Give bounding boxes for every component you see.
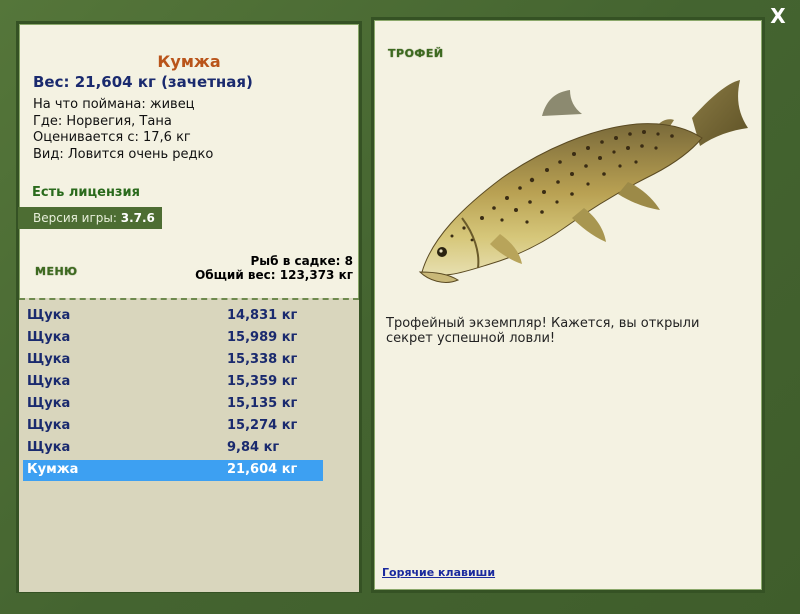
keepnet-summary: Рыб в садке: 8 Общий вес: 123,373 кг	[195, 254, 353, 282]
trophy-panel: ТРОФЕЙ Трофейный экземпляр! Кажется, вы …	[371, 17, 765, 593]
catch-list: Щука 14,831 кг Щука 15,989 кг Щука 15,33…	[19, 298, 359, 592]
fish-weight: Вес: 21,604 кг (зачетная)	[33, 73, 253, 91]
catch-name: Щука	[27, 374, 71, 389]
version-label: Версия игры:	[33, 211, 117, 225]
game-window: X Кумжа Вес: 21,604 кг (зачетная) На что…	[0, 0, 800, 614]
catch-name: Кумжа	[27, 462, 79, 477]
catch-row[interactable]: Щука 15,135 кг	[23, 394, 323, 415]
catch-weight: 15,989 кг	[227, 330, 298, 345]
catch-weight: 9,84 кг	[227, 440, 280, 455]
fish-info-panel: Кумжа Вес: 21,604 кг (зачетная) На что п…	[16, 21, 362, 593]
license-status: Есть лицензия	[32, 185, 140, 200]
catch-row[interactable]: Щука 15,274 кг	[23, 416, 323, 437]
catch-weight: 14,831 кг	[227, 308, 298, 323]
bait-line: На что поймана: живец	[33, 97, 195, 112]
catch-weight: 15,274 кг	[227, 418, 298, 433]
fish-details: На что поймана: живец Где: Норвегия, Тан…	[33, 97, 213, 163]
catch-weight: 15,135 кг	[227, 396, 298, 411]
catch-weight: 15,359 кг	[227, 374, 298, 389]
close-button[interactable]: X	[766, 4, 790, 28]
catch-name: Щука	[27, 352, 71, 367]
rated-line: Оценивается с: 17,6 кг	[33, 130, 191, 145]
brown-trout-image	[418, 80, 748, 283]
catch-name: Щука	[27, 396, 71, 411]
keepnet-count: Рыб в садке: 8	[250, 254, 354, 268]
keepnet-total-weight: Общий вес: 123,373 кг	[195, 268, 353, 282]
catch-weight: 15,338 кг	[227, 352, 298, 367]
version-value: 3.7.6	[120, 211, 155, 225]
place-line: Где: Норвегия, Тана	[33, 113, 172, 129]
catch-row[interactable]: Щука 15,359 кг	[23, 372, 323, 393]
catch-row[interactable]: Щука 15,338 кг	[23, 350, 323, 371]
catch-weight: 21,604 кг	[227, 462, 298, 477]
catch-name: Щука	[27, 440, 71, 455]
kind-line: Вид: Ловится очень редко	[33, 146, 214, 162]
catch-row[interactable]: Щука 14,831 кг	[23, 306, 323, 327]
catch-row[interactable]: Щука 15,989 кг	[23, 328, 323, 349]
catch-name: Щука	[27, 330, 71, 345]
catch-row[interactable]: Щука 9,84 кг	[23, 438, 323, 459]
menu-button[interactable]: МЕНЮ	[35, 265, 78, 278]
hotkeys-link[interactable]: Горячие клавиши	[382, 566, 495, 579]
fish-name: Кумжа	[157, 52, 221, 71]
catch-name: Щука	[27, 418, 71, 433]
version-bar: Версия игры: 3.7.6	[18, 207, 162, 229]
catch-row-selected[interactable]: Кумжа 21,604 кг	[23, 460, 323, 481]
catch-name: Щука	[27, 308, 71, 323]
trophy-message: Трофейный экземпляр! Кажется, вы открыли…	[386, 316, 700, 346]
